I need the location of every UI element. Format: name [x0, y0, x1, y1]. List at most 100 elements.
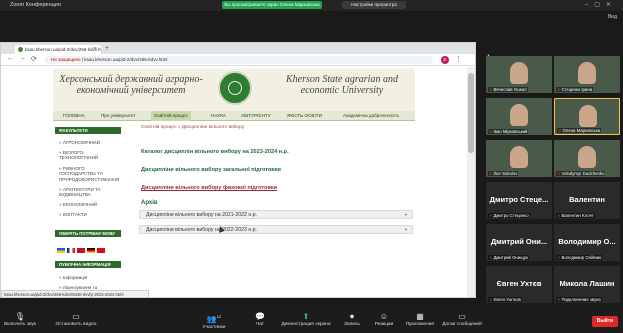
browser-menu-icon[interactable]: ⋮ — [455, 55, 462, 63]
participant-tile[interactable]: ✕ Стєценко Ірина — [554, 56, 620, 93]
leave-meeting-button[interactable]: Выйти — [592, 316, 618, 327]
participant-tile[interactable]: Дмитрий Они... ✕ Дмитрий Онищук — [486, 224, 552, 261]
forward-icon[interactable]: → — [19, 55, 26, 62]
stop-video-button[interactable]: ▭ Остановить видео — [46, 312, 106, 327]
menu-item-science[interactable]: НАУКА — [211, 111, 226, 121]
participant-name-label: ✕ Ihor Sokolov — [488, 171, 519, 176]
menu-item-home[interactable]: ГОЛОВНА — [63, 111, 85, 121]
flag-fr-icon[interactable] — [67, 248, 75, 253]
sidebar-item-fishery[interactable]: » РИБНОГО ГОСПОДАРСТВА ТА ПРИРОДОКОРИСТУ… — [59, 166, 123, 182]
menu-item-integrity[interactable]: Академічна доброчесність — [343, 111, 399, 121]
language-flags[interactable] — [57, 248, 117, 254]
participant-name: Євген Уштков — [493, 297, 521, 302]
participant-display-name: Володимир О... — [558, 237, 616, 246]
professional-training-link[interactable]: Дисципліни вільного вибору фахової підго… — [141, 185, 277, 191]
site-favicon-icon — [18, 47, 23, 52]
sidebar-item-economics[interactable]: » ЕКОНОМІЧНИЙ — [59, 202, 123, 207]
not-secure-label: Не защищено — [51, 57, 81, 62]
participant-tile[interactable]: ✕ Іван Мірковський — [486, 98, 552, 135]
archive-heading: Архів — [141, 200, 158, 206]
archive-accordion-2021[interactable]: Дисципліни вільного вибору на 2021-2022 … — [139, 210, 413, 219]
catalog-link[interactable]: Каталог дисциплін вільного вибору на 202… — [141, 149, 289, 155]
menu-item-education[interactable]: Освітній процес — [151, 111, 191, 121]
participant-display-name: Микола Лашин — [559, 279, 615, 288]
participant-tile[interactable]: ✕ Ihor Sokolov — [486, 140, 552, 177]
new-tab-icon[interactable]: + — [105, 45, 109, 52]
archive-accordion-2022[interactable]: Дисципліни вільного вибору на 2022-2023 … — [139, 225, 413, 234]
participant-name-label: ✕ Стєценко Ірина — [556, 87, 594, 92]
whiteboards-button[interactable]: ▭ Доски сообщений — [432, 312, 492, 327]
back-icon[interactable]: ← — [7, 55, 14, 62]
reload-icon[interactable]: ⟳ — [31, 55, 37, 63]
site-title-ua: Херсонський державний аграрно-економічни… — [59, 74, 203, 96]
meeting-toolbar: 🎙 Включить звук ▭ Остановить видео 👥12 Учас… — [0, 310, 623, 333]
participant-name-label: ✕ Подключение звука — [556, 297, 602, 302]
site-main-menu: ГОЛОВНА Про університет Освітній процес … — [53, 111, 415, 121]
address-bar-row: ← → ⟳ Не защищено | ksau.kherson.ua/pid-… — [1, 54, 475, 66]
url-input[interactable]: Не защищено | ksau.kherson.ua/pid-2/dvv/… — [45, 56, 433, 64]
language-heading: ОБЕРІТЬ ПОТРІБНУ МОВУ — [55, 230, 121, 237]
participant-name: Вячеслав Ушкал — [493, 87, 527, 92]
participant-tile[interactable]: Євген Ухтєв ✕ Євген Уштков — [486, 266, 552, 303]
participant-name-label: ✕ Валентин Kлочт — [556, 213, 595, 218]
participant-name-label: ✕ Вячеслав Ушкал — [488, 87, 528, 92]
participant-tile[interactable]: ✕ Вячеслав Ушкал — [486, 56, 552, 93]
participant-name-label: ✕ Дмитрий Онищук — [488, 255, 529, 260]
participant-display-name: Валентин — [569, 195, 605, 204]
university-logo — [218, 71, 252, 105]
flag-ua-icon[interactable] — [57, 248, 65, 253]
menu-item-quality[interactable]: ЯКІСТЬ ОСВІТИ — [287, 111, 322, 121]
participant-name: Олена Марковська — [562, 128, 601, 133]
participant-name: Стєценко Ірина — [561, 87, 593, 92]
flag-gb-icon[interactable] — [77, 248, 85, 253]
sidebar-item-contacts[interactable]: » КОНТАКТИ — [59, 212, 123, 217]
university-website: Херсонський державний аграрно-економічни… — [53, 69, 415, 297]
window-controls[interactable]: –▢✕ — [585, 1, 617, 8]
participant-video — [578, 62, 596, 84]
zoom-window-title: Zoom Конференция — [10, 2, 61, 8]
participant-name: Іван Мірковський — [493, 129, 528, 134]
archive-item-label: Дисципліни вільного вибору на 2021-2022 … — [146, 212, 258, 218]
sidebar-item-agronomy[interactable]: » АГРОНОМІЧНИЙ — [59, 140, 123, 145]
participant-tile[interactable]: Микола Лашин ✕ Подключение звука — [554, 266, 620, 303]
participant-video — [510, 104, 528, 126]
site-header: Херсонський державний аграрно-економічни… — [53, 69, 415, 111]
sidebar-item-information[interactable]: » Інформація — [59, 275, 123, 280]
participant-video — [579, 105, 597, 127]
scroll-thumb[interactable] — [468, 73, 474, 153]
menu-item-applicants[interactable]: АБІТУРІЄНТУ — [241, 111, 271, 121]
participant-name: Volodymyr Dudchenko — [561, 171, 605, 176]
breadcrumb[interactable]: Освітній процес » Дисципліни вільного ви… — [141, 125, 244, 130]
flag-tr-icon[interactable] — [97, 248, 105, 253]
participant-name-label: ✕ Іван Мірковський — [488, 129, 529, 134]
link-status-bar: ksau.kherson.ua/pid-2/dvv/256-kdvv/8340-… — [1, 290, 149, 297]
site-title-en: Kherson State agrarian and economic Univ… — [286, 74, 398, 96]
unmute-button[interactable]: 🎙 Включить звук — [0, 312, 50, 327]
profile-avatar[interactable]: E — [441, 56, 449, 64]
general-training-link[interactable]: Дисципліни вільного вибору загальної під… — [141, 167, 281, 173]
url-text: ksau.kherson.ua/pid-2/dvv/256-kdvv.html — [84, 57, 168, 62]
participant-tile[interactable]: Валентин ✕ Валентин Kлочт — [554, 182, 620, 219]
view-menu-button[interactable]: Вид — [608, 14, 617, 20]
sidebar-item-architecture[interactable]: » АРХІТЕКТУРИ ТА БУДІВНИЦТВА — [59, 187, 123, 198]
sidebar-item-biotech[interactable]: » БІОЛОГО-ТЕХНОЛОГІЧНИЙ — [59, 150, 123, 161]
public-info-heading: ПУБЛІЧНА ІНФОРМАЦІЯ — [55, 261, 121, 268]
browser-tab[interactable]: ksau.kherson.ua/pid-2/dvv/256-kdvv.html — [15, 45, 101, 54]
participant-tile[interactable]: ✕ Volodymyr Dudchenko — [554, 140, 620, 177]
participant-name-label: ✕ Євген Уштков — [488, 297, 522, 302]
archive-item-label: Дисципліни вільного вибору на 2022-2023 … — [146, 227, 258, 233]
participant-name: Володимир Олійник — [561, 255, 602, 260]
participant-tile[interactable]: Дмитро Стеце... ✕ Дмитро Стеценко — [486, 182, 552, 219]
participant-video — [578, 146, 596, 168]
flag-de-icon[interactable] — [87, 248, 95, 253]
participant-tile[interactable]: ✕ Олена Марковська — [554, 98, 620, 135]
participant-name-label: ✕ Дмитро Стеценко — [488, 213, 530, 218]
chevron-down-icon: ▼ — [404, 227, 408, 232]
view-options-button[interactable]: Настройки просмотра — [342, 1, 406, 9]
screen-share-banner: Вы просматриваете экран Олена Марковська — [222, 1, 322, 9]
participant-tile[interactable]: Володимир О... ✕ Володимир Олійник — [554, 224, 620, 261]
tab-close-icon[interactable]: ✕ — [93, 46, 97, 52]
faculties-heading: ФАКУЛЬТЕТИ — [55, 127, 121, 134]
menu-item-about[interactable]: Про університет — [101, 111, 135, 121]
participant-name: Подключение звука — [561, 297, 601, 302]
